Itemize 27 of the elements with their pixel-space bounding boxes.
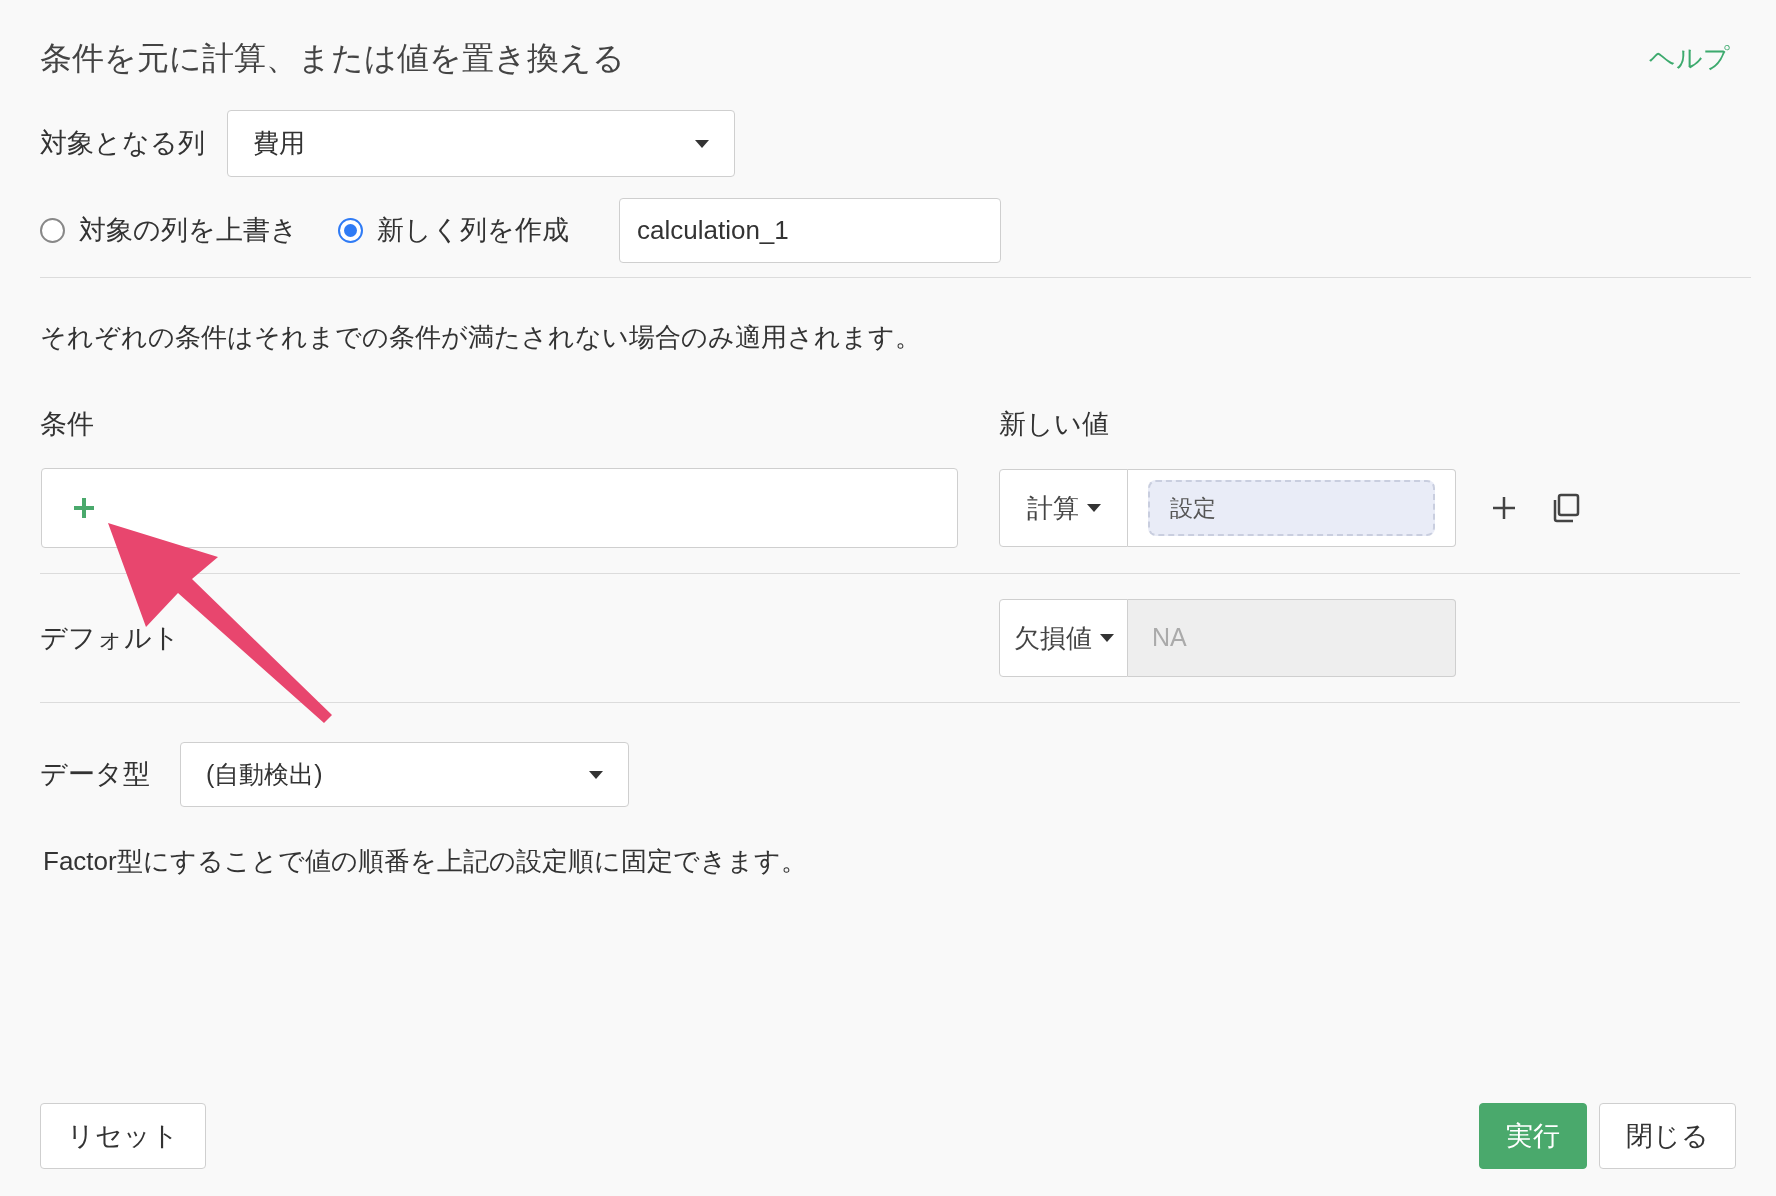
- condition-field[interactable]: [41, 468, 958, 548]
- column-select[interactable]: 費用: [227, 110, 735, 177]
- dialog-title: 条件を元に計算、または値を置き換える: [40, 39, 625, 78]
- note-text: それぞれの条件はそれまでの条件が満たされない場合のみ適用されます。: [40, 321, 922, 354]
- field-label: データ型: [40, 758, 150, 792]
- dialog-button[interactable]: リセット: [40, 1103, 206, 1169]
- dialog-button[interactable]: 閉じる: [1599, 1103, 1736, 1169]
- column-name-input[interactable]: calculation_1: [619, 198, 1001, 263]
- caret-icon: [695, 139, 709, 148]
- radio-button[interactable]: [40, 218, 65, 243]
- caret-icon: [589, 770, 603, 779]
- setting-chip[interactable]: 設定: [1148, 480, 1435, 536]
- plus-icon[interactable]: [72, 496, 96, 520]
- caret-icon: [1086, 504, 1101, 512]
- copy-icon[interactable]: [1552, 493, 1580, 523]
- row-label: デフォルト: [40, 621, 181, 655]
- caret-icon: [1099, 634, 1114, 642]
- add-icon[interactable]: [1492, 496, 1516, 520]
- column-heading: 条件: [40, 407, 95, 441]
- radio-button[interactable]: [338, 218, 363, 243]
- radio-option[interactable]: 新しく列を作成: [338, 210, 569, 251]
- value-type-dropdown[interactable]: 計算: [999, 469, 1128, 547]
- column-heading: 新しい値: [999, 407, 1109, 441]
- hint-text: Factor型にすることで値の順番を上記の設定順に固定できます。: [43, 845, 808, 878]
- radio-option[interactable]: 対象の列を上書き: [40, 210, 298, 251]
- field-label: 対象となる列: [40, 127, 205, 161]
- data-type-select[interactable]: (自動検出): [180, 742, 629, 807]
